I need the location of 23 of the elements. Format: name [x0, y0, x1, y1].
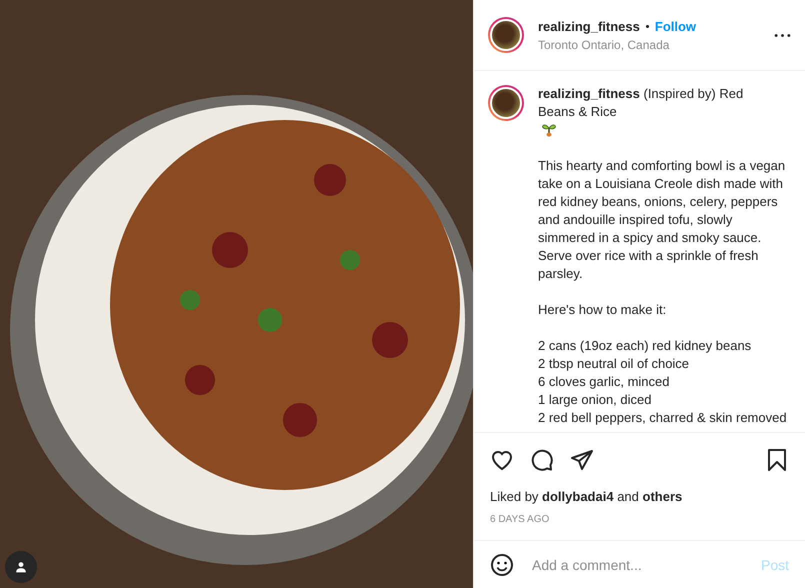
more-options-icon[interactable] [774, 32, 791, 38]
bookmark-icon[interactable] [765, 448, 789, 472]
avatar[interactable] [488, 17, 524, 53]
likes-text: Liked by dollybadai4 and others [490, 489, 684, 504]
ingredient-line: 2 red bell peppers, charred & skin removed [538, 409, 788, 427]
smiley-icon[interactable] [490, 552, 514, 576]
caption-paragraph: This hearty and comforting bowl is a vegan take on a Louisiana Creole dish made with red kidney beans, onions, celery, peppers and andouille inspired tofu, slowly simmered in a spicy and smoky sauce. Serve over rice with a sprinkle of fresh parsley. [538, 157, 786, 283]
ingredient-line: 2 tbsp neutral oil of choice [538, 355, 690, 373]
ingredient-line: 1 large onion, diced [538, 391, 652, 409]
username[interactable]: realizing_fitness [538, 18, 640, 34]
follow-link[interactable]: Follow [654, 18, 696, 34]
avatar[interactable] [488, 85, 524, 121]
location-link[interactable]: Toronto Ontario, Canada [538, 38, 774, 52]
ingredient-line: 2 cans (19oz each) red kidney beans [538, 337, 752, 355]
post-date[interactable]: 6 DAYS AGO [490, 514, 789, 525]
caption-title: realizing_fitness (Inspired by) Red Beans & Rice [538, 85, 744, 121]
caption-paragraph: Here's how to make it: [538, 301, 668, 319]
comment-icon[interactable] [530, 448, 554, 472]
ingredient-line: 6 cloves garlic, minced [538, 373, 670, 391]
heart-icon[interactable] [490, 448, 514, 472]
person-icon [15, 561, 27, 573]
share-icon[interactable] [570, 448, 594, 472]
separator-dot [646, 24, 649, 28]
